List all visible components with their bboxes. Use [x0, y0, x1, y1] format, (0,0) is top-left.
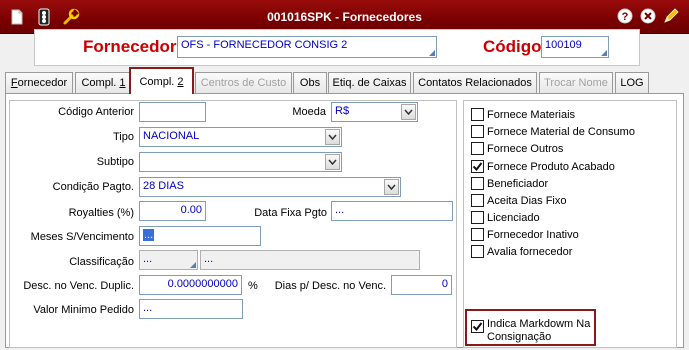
subtipo-label: Subtipo — [96, 156, 134, 168]
checkbox-box[interactable] — [471, 125, 484, 138]
tipo-label: Tipo — [113, 131, 134, 143]
checkbox-label: Aceita Dias Fixo — [487, 194, 567, 207]
checkbox-label: Licenciado — [487, 211, 540, 224]
checkbox-fornece-produto-acabado[interactable]: Fornece Produto Acabado — [471, 160, 615, 173]
help-icon[interactable]: ? — [616, 7, 634, 25]
moeda-select[interactable]: R$ — [331, 102, 418, 122]
checkbox-fornece-materiais[interactable]: Fornece Materiais — [471, 108, 575, 121]
tab-trocar-nome[interactable]: Trocar Nome — [539, 72, 613, 93]
checkbox-box[interactable] — [471, 160, 484, 173]
condicao-pagto-select[interactable]: 28 DIAS — [139, 177, 401, 197]
condicao-pagto-label: Condição Pagto. — [52, 181, 134, 193]
code-label: Código — [483, 37, 542, 56]
tab-fornecedor[interactable]: Fornecedor — [5, 72, 73, 93]
tab-label: ornecedor — [17, 77, 68, 89]
valor-minimo-pedido-input[interactable]: ... — [139, 299, 243, 319]
checkbox-avalia-fornecedor[interactable]: Avalia fornecedor — [471, 245, 572, 258]
meses-vencimento-value: ... — [143, 229, 155, 241]
checkbox-label: Fornecedor Inativo — [487, 228, 579, 241]
tab-etiq-de-caixas[interactable]: Etiq. de Caixas — [328, 72, 411, 93]
meses-vencimento-input[interactable]: ... — [139, 226, 261, 246]
desc-venc-duplic-label: Desc. no Venc. Duplic. — [23, 280, 134, 292]
checkbox-label: Fornece Produto Acabado — [487, 160, 615, 173]
checkbox-aceita-dias-fixo[interactable]: Aceita Dias Fixo — [471, 194, 566, 207]
desc-venc-duplic-input[interactable]: 0.0000000000 — [139, 275, 242, 295]
dias-desc-venc-label: Dias p/ Desc. no Venc. — [274, 280, 386, 292]
data-fixa-pgto-input[interactable]: ... — [331, 201, 453, 221]
classificacao-value: ... — [143, 253, 153, 265]
tab-log[interactable]: LOG — [615, 72, 649, 93]
checkbox-label: Indica Markdowm Na — [487, 318, 591, 330]
tab-compl-2[interactable]: Compl. 2 — [129, 67, 194, 94]
chevron-down-icon[interactable] — [325, 129, 340, 145]
classificacao-input[interactable]: ... — [139, 250, 198, 270]
checkbox-box[interactable] — [471, 108, 484, 121]
classificacao-label: Classificação — [69, 256, 134, 268]
checkbox-box[interactable] — [471, 194, 484, 207]
royalties-input[interactable]: 0.00 — [139, 201, 206, 221]
tab-contatos-relacionados[interactable]: Contatos Relacionados — [413, 72, 537, 93]
tab-obs[interactable]: Obs — [293, 72, 327, 93]
checkbox-box[interactable] — [471, 177, 484, 190]
check-icon — [472, 322, 483, 332]
chevron-down-icon[interactable] — [325, 154, 340, 170]
checkbox-fornece-material-consumo[interactable]: Fornece Material de Consumo — [471, 125, 635, 138]
data-fixa-pgto-label: Data Fixa Pgto — [254, 207, 327, 219]
supplier-label: Fornecedor — [83, 37, 177, 56]
supplier-value: OFS - FORNECEDOR CONSIG 2 — [181, 39, 348, 51]
lookup-corner-icon — [429, 50, 435, 56]
meses-vencimento-label: Meses S/Vencimento — [30, 231, 134, 243]
tab-hotkey: 2 — [177, 75, 184, 88]
lookup-corner-icon — [190, 262, 196, 268]
check-icon — [472, 162, 483, 172]
lookup-corner-icon — [601, 50, 607, 56]
tab-hotkey: 1 — [119, 77, 126, 89]
chevron-down-icon[interactable] — [401, 104, 416, 120]
checkbox-fornece-outros[interactable]: Fornece Outros — [471, 142, 563, 155]
checkbox-licenciado[interactable]: Licenciado — [471, 211, 540, 224]
tab-compl-1[interactable]: Compl. 1 — [75, 72, 132, 93]
checkbox-box[interactable] — [471, 211, 484, 224]
tab-label: Compl. — [139, 75, 178, 88]
codigo-anterior-label: Código Anterior — [58, 106, 134, 118]
checkbox-label: Fornece Outros — [487, 142, 564, 155]
checkbox-beneficiador[interactable]: Beneficiador — [471, 177, 548, 190]
moeda-label: Moeda — [292, 106, 326, 118]
classificacao-description: ... — [200, 250, 420, 270]
tab-hotkey: F — [10, 77, 18, 89]
royalties-label: Royalties (%) — [68, 207, 134, 219]
checkbox-indica-markdown[interactable]: Indica Markdowm Na Consignação — [471, 318, 590, 344]
tipo-value: NACIONAL — [143, 130, 200, 142]
checkbox-label: Beneficiador — [487, 177, 549, 190]
valor-minimo-pedido-label: Valor Minimo Pedido — [33, 304, 134, 316]
pencil-icon[interactable] — [662, 7, 680, 25]
percent-symbol: % — [248, 280, 258, 292]
svg-text:?: ? — [622, 11, 629, 23]
condicao-pagto-value: 28 DIAS — [143, 180, 184, 192]
window-title: 001016SPK - Fornecedores — [267, 10, 422, 24]
checkbox-label: Consignação — [487, 331, 552, 343]
moeda-value: R$ — [335, 105, 350, 117]
checkbox-box[interactable] — [471, 142, 484, 155]
close-icon[interactable] — [639, 7, 657, 25]
supplier-input[interactable]: OFS - FORNECEDOR CONSIG 2 — [177, 36, 437, 58]
checkbox-box[interactable] — [471, 228, 484, 241]
checkbox-label: Fornece Materiais — [487, 108, 576, 121]
checkbox-label: Fornece Material de Consumo — [487, 125, 635, 138]
tab-centros-de-custo[interactable]: Centros de Custo — [195, 72, 292, 93]
dias-desc-venc-input[interactable]: 0 — [391, 275, 452, 295]
codigo-anterior-input[interactable] — [139, 102, 206, 122]
code-input[interactable]: 100109 — [541, 36, 609, 58]
code-value: 100109 — [545, 39, 582, 51]
chevron-down-icon[interactable] — [384, 179, 399, 195]
tab-label: Compl. — [81, 77, 120, 89]
tipo-select[interactable]: NACIONAL — [139, 127, 342, 147]
checkbox-fornecedor-inativo[interactable]: Fornecedor Inativo — [471, 228, 579, 241]
checkbox-box[interactable] — [471, 245, 484, 258]
checkbox-box[interactable] — [471, 320, 484, 333]
checkbox-label: Avalia fornecedor — [487, 245, 573, 258]
subtipo-select[interactable] — [139, 152, 342, 172]
